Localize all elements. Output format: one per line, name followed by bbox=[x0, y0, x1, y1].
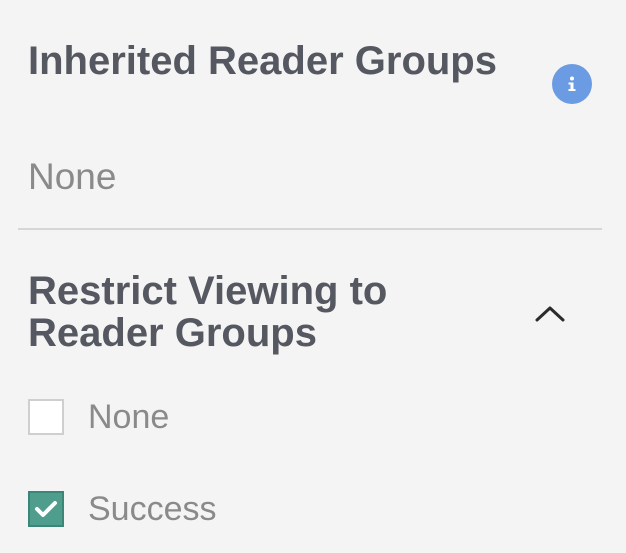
inherited-reader-groups-section: Inherited Reader Groups bbox=[28, 39, 602, 104]
option-label-none: None bbox=[88, 398, 170, 436]
collapse-toggle-button[interactable] bbox=[528, 292, 572, 336]
option-label-success: Success bbox=[88, 490, 217, 528]
reader-group-option-success[interactable]: Success bbox=[28, 489, 217, 529]
restrict-viewing-section: Restrict Viewing to Reader Groups bbox=[28, 270, 602, 354]
restrict-viewing-title: Restrict Viewing to Reader Groups bbox=[28, 269, 388, 355]
inherited-reader-groups-value: None bbox=[28, 156, 117, 197]
checkmark-icon bbox=[35, 501, 57, 517]
section-divider bbox=[18, 228, 602, 230]
info-icon[interactable] bbox=[552, 64, 592, 104]
inherited-reader-groups-title: Inherited Reader Groups bbox=[28, 39, 497, 83]
checkbox-none[interactable] bbox=[28, 399, 64, 435]
chevron-up-icon bbox=[535, 306, 565, 322]
reader-group-option-none[interactable]: None bbox=[28, 397, 169, 437]
checkbox-success[interactable] bbox=[28, 491, 64, 527]
